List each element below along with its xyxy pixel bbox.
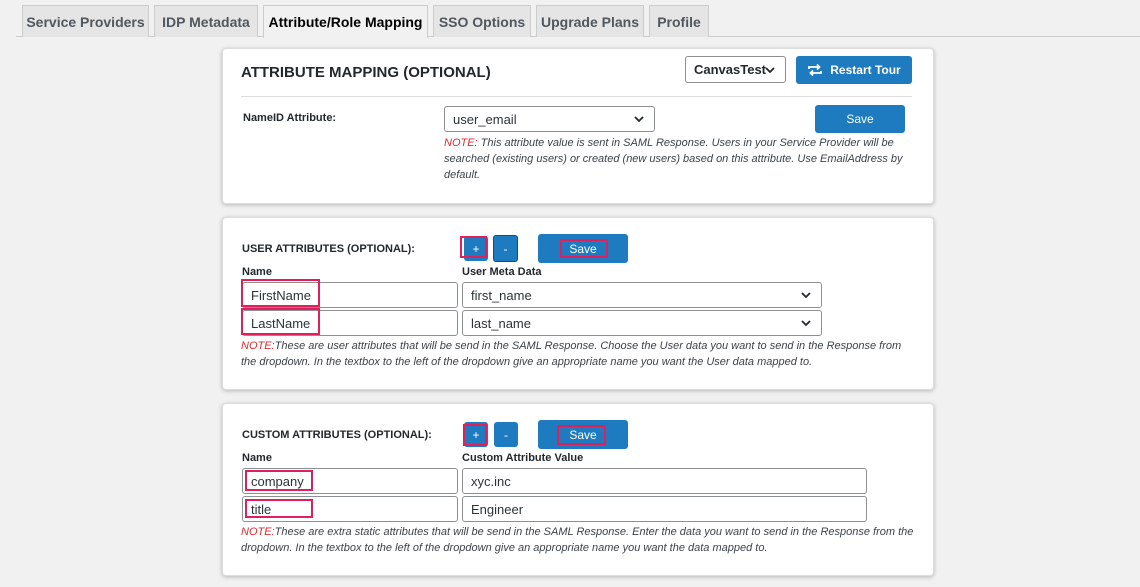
- custom-attributes-title: CUSTOM ATTRIBUTES (OPTIONAL):: [242, 429, 432, 441]
- note-prefix: NOTE:: [241, 526, 275, 538]
- tab-attribute-role-mapping[interactable]: Attribute/Role Mapping: [263, 5, 428, 38]
- custom-attributes-note: NOTE:These are extra static attributes t…: [241, 524, 917, 556]
- nameid-label: NameID Attribute:: [243, 112, 337, 124]
- nameid-note: NOTE: This attribute value is sent in SA…: [444, 135, 910, 183]
- restart-tour-button[interactable]: Restart Tour: [796, 56, 912, 84]
- repeat-icon: [808, 63, 823, 77]
- chevron-down-icon: [801, 320, 811, 327]
- panel-title: ATTRIBUTE MAPPING (OPTIONAL): [241, 64, 491, 81]
- tab-upgrade-plans[interactable]: Upgrade Plans: [536, 5, 644, 37]
- custom-attributes-panel: CUSTOM ATTRIBUTES (OPTIONAL): + - Save N…: [222, 403, 934, 576]
- column-user-meta-label: User Meta Data: [462, 266, 542, 278]
- nameid-save-button[interactable]: Save: [815, 105, 905, 133]
- custom-attr-value-input[interactable]: xyc.inc: [462, 468, 867, 494]
- remove-user-attribute-button[interactable]: -: [493, 235, 518, 262]
- user-attr-name-input[interactable]: LastName: [242, 310, 458, 336]
- column-name-label: Name: [242, 266, 272, 278]
- chevron-down-icon: [765, 66, 775, 73]
- note-prefix: NOTE:: [241, 340, 275, 352]
- note-text: These are extra static attributes that w…: [241, 526, 914, 554]
- user-attributes-note: NOTE:These are user attributes that will…: [241, 338, 917, 370]
- attribute-mapping-panel: ATTRIBUTE MAPPING (OPTIONAL) CanvasTest …: [222, 48, 934, 204]
- note-text: This attribute value is sent in SAML Res…: [444, 137, 903, 181]
- add-user-attribute-button[interactable]: +: [464, 236, 488, 261]
- tab-idp-metadata[interactable]: IDP Metadata: [154, 5, 258, 37]
- service-provider-select-value: CanvasTest: [694, 62, 767, 77]
- tab-sso-options[interactable]: SSO Options: [433, 5, 531, 37]
- note-text: These are user attributes that will be s…: [241, 340, 902, 368]
- custom-attr-name-input[interactable]: title: [242, 496, 458, 522]
- custom-attributes-save-button[interactable]: Save: [538, 420, 628, 449]
- add-custom-attribute-button[interactable]: +: [464, 422, 488, 447]
- service-provider-select[interactable]: CanvasTest: [685, 56, 786, 83]
- chevron-down-icon: [801, 292, 811, 299]
- custom-attr-name-input[interactable]: company: [242, 468, 458, 494]
- nav-tabs: Service Providers IDP Metadata Attribute…: [0, 0, 1140, 38]
- user-meta-select-value: first_name: [471, 287, 532, 303]
- column-custom-value-label: Custom Attribute Value: [462, 452, 584, 464]
- note-prefix: NOTE:: [444, 137, 478, 149]
- remove-custom-attribute-button[interactable]: -: [494, 422, 518, 447]
- user-attributes-panel: USER ATTRIBUTES (OPTIONAL): + - Save Nam…: [222, 217, 934, 390]
- user-attributes-save-button[interactable]: Save: [538, 234, 628, 263]
- user-meta-select[interactable]: first_name: [462, 282, 822, 308]
- user-meta-select-value: last_name: [471, 315, 531, 331]
- user-attributes-title: USER ATTRIBUTES (OPTIONAL):: [242, 243, 415, 255]
- user-meta-select[interactable]: last_name: [462, 310, 822, 336]
- nameid-select[interactable]: user_email: [444, 106, 655, 132]
- divider: [241, 96, 912, 97]
- nameid-select-value: user_email: [453, 111, 517, 127]
- user-attr-name-input[interactable]: FirstName: [242, 282, 458, 308]
- tab-profile[interactable]: Profile: [649, 5, 709, 37]
- column-name-label: Name: [242, 452, 272, 464]
- chevron-down-icon: [634, 116, 644, 123]
- tab-service-providers[interactable]: Service Providers: [22, 5, 149, 37]
- custom-attr-value-input[interactable]: Engineer: [462, 496, 867, 522]
- restart-tour-label: Restart Tour: [830, 63, 901, 77]
